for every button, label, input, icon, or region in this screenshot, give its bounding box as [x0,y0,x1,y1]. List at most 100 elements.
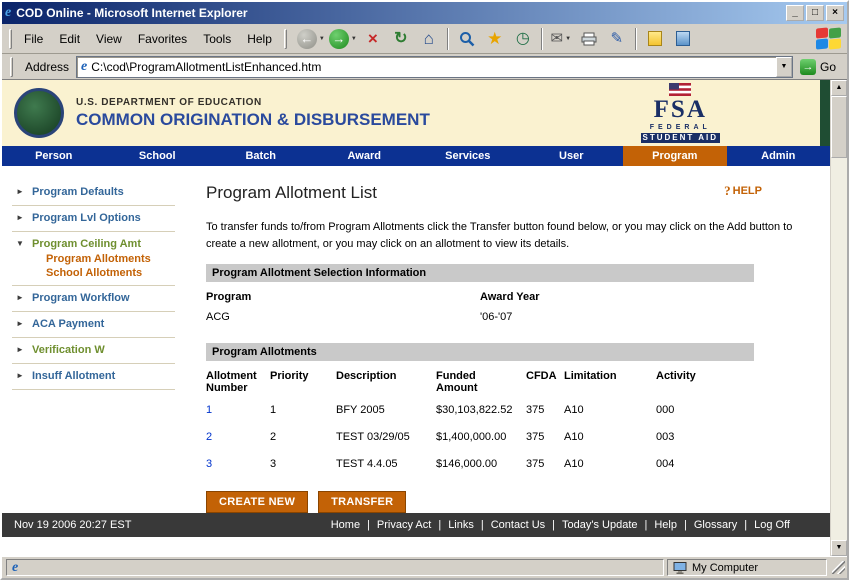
footer-link-log-off[interactable]: Log Off [754,519,790,531]
forward-icon: → [329,29,349,49]
minimize-button[interactable]: _ [786,5,804,21]
nav-tab-user[interactable]: User [520,146,624,166]
description-cell: TEST 03/29/05 [336,423,436,450]
go-button[interactable]: → Go [793,55,843,79]
table-row: 1 1 BFY 2005 $30,103,822.52 375 A10 000 [206,396,754,423]
address-input[interactable]: e C:\cod\ProgramAllotmentListEnhanced.ht… [76,56,793,78]
window-controls: _ □ × [786,5,844,21]
nav-tab-award[interactable]: Award [313,146,417,166]
program-value: ACG [206,305,480,335]
print-button[interactable] [575,25,603,53]
edit-button[interactable]: ✎ [603,25,631,53]
title-bar[interactable]: e COD Online - Microsoft Internet Explor… [2,2,847,24]
stop-button[interactable]: × [359,25,387,53]
back-button[interactable]: ← ▼ [295,25,327,53]
toolbar-grip-handle[interactable] [284,29,287,49]
home-button[interactable]: ⌂ [415,25,443,53]
nav-tab-person[interactable]: Person [2,146,106,166]
sidebar-item-insuff-allotment[interactable]: ► Insuff Allotment [12,368,175,384]
priority-cell: 3 [270,450,336,477]
scroll-down-button[interactable]: ▼ [831,540,847,556]
nav-tab-services[interactable]: Services [416,146,520,166]
footer-timestamp: Nov 19 2006 20:27 EST [14,519,131,531]
maximize-button[interactable]: □ [806,5,824,21]
scrollbar-track[interactable] [831,158,847,540]
create-new-button[interactable]: CREATE NEW [206,491,308,513]
stop-icon: × [368,30,378,47]
sidebar-item-program-ceiling-amt[interactable]: ▼ Program Ceiling Amt [12,236,175,252]
column-header-funded-amount: Funded Amount [436,363,526,396]
sidebar-item-program-workflow[interactable]: ► Program Workflow [12,290,175,306]
refresh-button[interactable]: ↻ [387,25,415,53]
menu-file[interactable]: File [16,29,51,49]
collapsed-arrow-icon: ► [16,320,26,328]
nav-tab-school[interactable]: School [106,146,210,166]
menu-favorites[interactable]: Favorites [130,29,195,49]
notes-icon [648,31,662,46]
standard-buttons-toolbar: ← ▼ → ▼ × ↻ ⌂ [295,25,812,53]
footer-separator: | [684,519,687,531]
messenger-icon [676,31,690,46]
allotment-number-link[interactable]: 3 [206,450,270,477]
program-column-label: Program [206,282,480,305]
sidebar-item-aca-payment[interactable]: ► ACA Payment [12,316,175,332]
menu-view[interactable]: View [88,29,130,49]
menu-help[interactable]: Help [239,29,280,49]
sidebar-subitem-school-allotments[interactable]: School Allotments [12,266,175,280]
refresh-icon: ↻ [394,31,407,47]
my-computer-icon [673,562,687,574]
addressbar-grip-handle[interactable] [10,57,13,77]
sidebar-group: ► Program Defaults [12,180,175,206]
search-button[interactable] [453,25,481,53]
selection-info-table: Program Award Year ACG '06-'07 [206,282,754,335]
mail-button[interactable]: ✉ ▼ [547,25,575,53]
footer-link-help[interactable]: Help [654,519,677,531]
footer-link-contact-us[interactable]: Contact Us [491,519,545,531]
expanded-arrow-icon: ▼ [16,240,26,248]
footer-link-home[interactable]: Home [331,519,360,531]
notes-button[interactable] [641,25,669,53]
page-icon: e [81,60,87,74]
toolbar-separator [541,28,543,50]
intro-text: To transfer funds to/from Program Allotm… [206,219,801,252]
limitation-cell: A10 [564,423,656,450]
sidebar-group: ► Program Workflow [12,286,175,312]
sidebar-item-program-lvl-options[interactable]: ► Program Lvl Options [12,210,175,226]
sidebar-item-verification-w[interactable]: ► Verification W [12,342,175,358]
web-page: U.S. DEPARTMENT OF EDUCATION COMMON ORIG… [2,80,830,556]
scrollbar-thumb[interactable] [831,96,847,158]
window-title: COD Online - Microsoft Internet Explorer [16,6,781,20]
history-button[interactable]: ◷ [509,25,537,53]
help-link[interactable]: ? HELP [724,183,762,199]
description-cell: TEST 4.4.05 [336,450,436,477]
nav-tab-batch[interactable]: Batch [209,146,313,166]
forward-button[interactable]: → ▼ [327,25,359,53]
funded-amount-cell: $1,400,000.00 [436,423,526,450]
messenger-button[interactable] [669,25,697,53]
menubar-grip-handle[interactable] [9,29,12,49]
sidebar-item-program-defaults[interactable]: ► Program Defaults [12,184,175,200]
scroll-up-button[interactable]: ▲ [831,80,847,96]
menu-edit[interactable]: Edit [51,29,88,49]
footer-link-links[interactable]: Links [448,519,474,531]
footer-link-privacy-act[interactable]: Privacy Act [377,519,431,531]
vertical-scrollbar[interactable]: ▲ ▼ [830,80,847,556]
menu-tools[interactable]: Tools [195,29,239,49]
description-cell: BFY 2005 [336,396,436,423]
address-dropdown-button[interactable]: ▼ [776,57,792,77]
close-button[interactable]: × [826,5,844,21]
resize-grip[interactable] [832,561,845,574]
allotment-number-link[interactable]: 1 [206,396,270,423]
table-row: 2 2 TEST 03/29/05 $1,400,000.00 375 A10 … [206,423,754,450]
page-status-icon: e [12,561,18,575]
transfer-button[interactable]: TRANSFER [318,491,406,513]
nav-tab-admin[interactable]: Admin [727,146,831,166]
nav-tab-program[interactable]: Program [623,146,727,166]
footer-link-glossary[interactable]: Glossary [694,519,737,531]
activity-cell: 003 [656,423,754,450]
sidebar-subitem-program-allotments[interactable]: Program Allotments [12,252,175,266]
footer-link-todays-update[interactable]: Today's Update [562,519,637,531]
favorites-button[interactable]: ★ [481,25,509,53]
sidebar-item-label: Program Workflow [32,292,130,304]
allotment-number-link[interactable]: 2 [206,423,270,450]
